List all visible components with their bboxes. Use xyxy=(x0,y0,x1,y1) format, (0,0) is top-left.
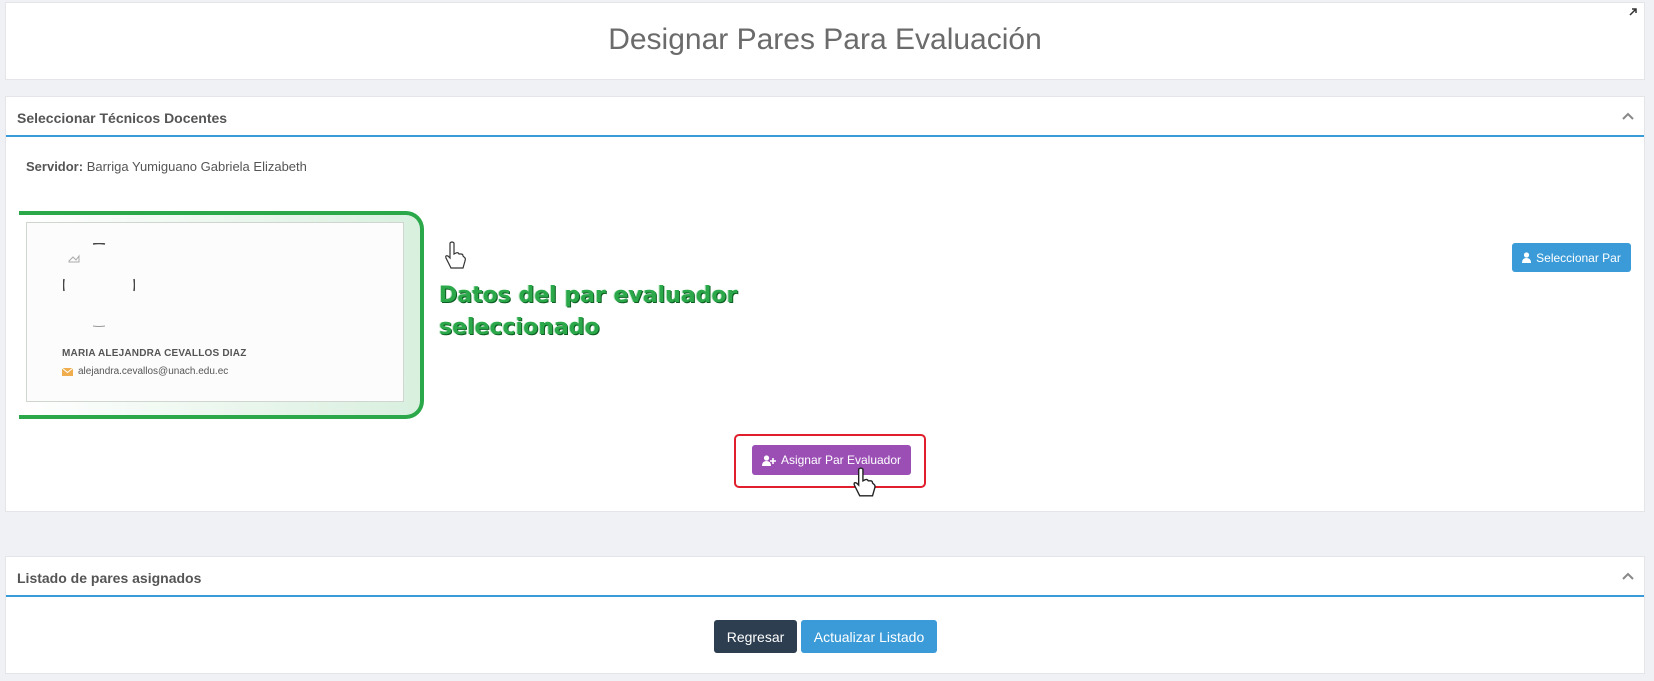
annotation-line-1: Datos del par evaluador xyxy=(439,283,738,308)
evaluator-card: MARIA ALEJANDRA CEVALLOS DIAZ alejandra.… xyxy=(26,222,404,402)
evaluator-email-line: alejandra.cevallos@unach.edu.ec xyxy=(62,366,228,377)
expand-icon[interactable] xyxy=(1626,7,1640,21)
assigned-pairs-panel: Listado de pares asignados xyxy=(5,556,1645,674)
envelope-icon xyxy=(62,367,73,376)
evaluator-name: MARIA ALEJANDRA CEVALLOS DIAZ xyxy=(62,348,247,359)
select-panel-title: Seleccionar Técnicos Docentes xyxy=(17,110,228,126)
select-panel-header: Seleccionar Técnicos Docentes xyxy=(6,97,1644,137)
hand-pointer-icon xyxy=(445,241,466,269)
list-panel-title: Listado de pares asignados xyxy=(17,570,202,586)
title-panel: Designar Pares Para Evaluación xyxy=(5,2,1645,80)
user-icon xyxy=(1522,252,1532,263)
chevron-up-icon[interactable] xyxy=(1620,568,1636,584)
photo-icon xyxy=(63,243,135,327)
assign-evaluator-button[interactable]: Asignar Par Evaluador xyxy=(752,445,911,475)
user-plus-icon xyxy=(761,454,776,466)
back-button[interactable]: Regresar xyxy=(714,620,797,653)
selected-evaluator-annotation: Datos del par evaluador seleccionado xyxy=(439,280,759,344)
select-technicians-panel: Seleccionar Técnicos Docentes Servidor: … xyxy=(5,96,1645,512)
page-title: Designar Pares Para Evaluación xyxy=(608,23,1042,56)
hand-pointer-icon xyxy=(853,467,876,497)
annotation-line-2: seleccionado xyxy=(439,315,600,340)
chevron-up-icon[interactable] xyxy=(1620,108,1636,124)
servidor-line: Servidor: Barriga Yumiguano Gabriela Eli… xyxy=(26,159,307,174)
select-pair-button[interactable]: Seleccionar Par xyxy=(1512,243,1631,272)
select-pair-label: Seleccionar Par xyxy=(1536,250,1621,265)
assign-evaluator-label: Asignar Par Evaluador xyxy=(780,453,902,467)
servidor-label: Servidor: xyxy=(26,159,84,174)
servidor-value: Barriga Yumiguano Gabriela Elizabeth xyxy=(86,159,307,174)
refresh-list-button[interactable]: Actualizar Listado xyxy=(801,620,937,653)
list-panel-header: Listado de pares asignados xyxy=(6,557,1644,597)
evaluator-email: alejandra.cevallos@unach.edu.ec xyxy=(78,366,229,377)
